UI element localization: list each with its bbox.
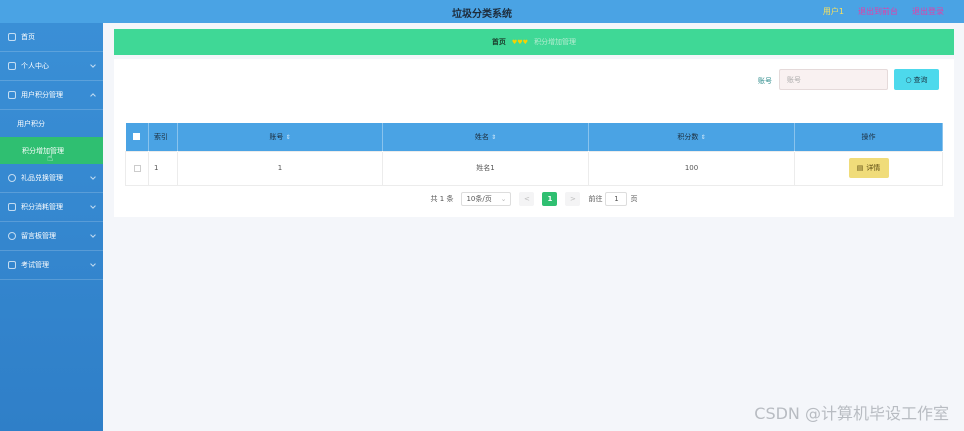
message-icon [8, 232, 16, 240]
sidebar-item-label: 留言板管理 [21, 232, 56, 240]
grid-icon [8, 203, 16, 211]
sidebar-item-exam[interactable]: 考试管理 [0, 251, 103, 280]
column-header-action: 操作 [794, 123, 943, 151]
page-size-select[interactable]: 10条/页 ⌄ [461, 192, 512, 206]
heart-separator-icon: ♥♥♥ [511, 38, 529, 46]
sort-icon: ⇕ [285, 133, 291, 141]
sidebar-subitem-user-points[interactable]: 用户积分 [0, 110, 103, 137]
gift-icon [8, 174, 16, 182]
chevron-down-icon [90, 174, 96, 180]
cell-points: 100 [588, 150, 795, 186]
table-row: 1 1 姓名1 100 ▤ 详情 [125, 150, 943, 186]
sidebar-item-home[interactable]: 首页 [0, 23, 103, 52]
breadcrumb-home[interactable]: 首页 [492, 37, 506, 47]
chevron-down-icon [90, 203, 96, 209]
row-checkbox-cell [125, 150, 149, 186]
sidebar-item-points-consume[interactable]: 积分消耗管理 [0, 193, 103, 222]
main-panel: 账号 ○ 查询 索引 账号 ⇕ 姓名 ⇕ 积分数 ⇕ 操作 1 1 姓名1 10… [114, 59, 954, 217]
current-page-button[interactable]: 1 [542, 192, 558, 206]
pagination: 共 1 条 10条/页 ⌄ < 1 > 前往 1 页 [114, 192, 954, 206]
current-user: 用户1 [822, 7, 844, 16]
goto-prefix: 前往 [588, 195, 603, 203]
chevron-up-icon [90, 93, 96, 99]
search-input[interactable] [779, 69, 888, 90]
goto-suffix: 页 [630, 195, 638, 203]
top-header: 垃圾分类系统 用户1 退出到前台 退出登录 [0, 0, 964, 23]
goto-page-input[interactable]: 1 [605, 192, 628, 206]
goto-page: 前往 1 页 [588, 192, 637, 206]
search-label: 账号 [758, 77, 772, 85]
cell-index: 1 [148, 150, 178, 186]
app-title: 垃圾分类系统 [452, 9, 512, 20]
total-count: 共 1 条 [430, 195, 454, 203]
document-icon: ▤ [856, 164, 864, 172]
breadcrumb-current: 积分增加管理 [534, 38, 577, 46]
breadcrumb: 首页 ♥♥♥ 积分增加管理 [114, 29, 954, 55]
column-header-index: 索引 [148, 123, 178, 151]
select-all-cell [125, 123, 149, 151]
detail-button-label: 详情 [866, 164, 881, 172]
user-icon [8, 62, 16, 70]
chevron-down-icon [90, 261, 96, 267]
logout-link[interactable]: 退出登录 [912, 6, 944, 17]
next-page-button[interactable]: > [565, 192, 581, 206]
chevron-down-icon [90, 232, 96, 238]
sidebar-item-message-board[interactable]: 留言板管理 [0, 222, 103, 251]
prev-page-button[interactable]: < [519, 192, 535, 206]
table-header-row: 索引 账号 ⇕ 姓名 ⇕ 积分数 ⇕ 操作 [125, 123, 943, 151]
sidebar-item-label: 积分消耗管理 [21, 203, 63, 211]
column-header-name[interactable]: 姓名 ⇕ [382, 123, 589, 151]
search-icon: ○ [905, 75, 912, 84]
detail-button[interactable]: ▤ 详情 [848, 158, 889, 178]
cell-name: 姓名1 [382, 150, 589, 186]
cell-account: 1 [177, 150, 383, 186]
row-checkbox[interactable] [133, 164, 141, 172]
back-to-frontend-link[interactable]: 退出到前台 [858, 6, 898, 17]
sidebar-item-gift-exchange[interactable]: 礼品兑换管理 [0, 164, 103, 193]
page-size-value: 10条/页 [466, 195, 492, 203]
hand-cursor-icon: ☝ [47, 153, 54, 164]
list-icon [8, 91, 16, 99]
search-button[interactable]: ○ 查询 [894, 69, 939, 90]
sidebar-item-label: 礼品兑换管理 [21, 174, 63, 182]
sort-icon: ⇕ [700, 133, 706, 141]
sidebar-item-label: 用户积分管理 [21, 91, 63, 99]
search-button-label: 查询 [913, 75, 928, 84]
chevron-down-icon [90, 62, 96, 68]
sidebar-item-personal-center[interactable]: 个人中心 [0, 52, 103, 81]
sidebar-item-label: 首页 [21, 33, 35, 41]
cell-action: ▤ 详情 [794, 150, 943, 186]
select-all-checkbox[interactable] [133, 133, 141, 141]
chevron-down-icon: ⌄ [500, 195, 507, 203]
sidebar-item-label: 个人中心 [21, 62, 49, 70]
column-header-points[interactable]: 积分数 ⇕ [588, 123, 795, 151]
data-table: 索引 账号 ⇕ 姓名 ⇕ 积分数 ⇕ 操作 1 1 姓名1 100 ▤ 详情 [125, 123, 943, 186]
sort-icon: ⇕ [491, 133, 497, 141]
sidebar-item-user-points[interactable]: 用户积分管理 [0, 81, 103, 110]
header-links: 用户1 退出到前台 退出登录 [823, 6, 944, 17]
doc-icon [8, 261, 16, 269]
sidebar: 首页 个人中心 用户积分管理 用户积分 积分增加管理 礼品兑换管理 积分消耗管理… [0, 23, 103, 431]
sidebar-item-label: 考试管理 [21, 261, 49, 269]
watermark: CSDN @计算机毕设工作室 [754, 404, 949, 423]
home-icon [8, 33, 16, 41]
column-header-account[interactable]: 账号 ⇕ [177, 123, 383, 151]
